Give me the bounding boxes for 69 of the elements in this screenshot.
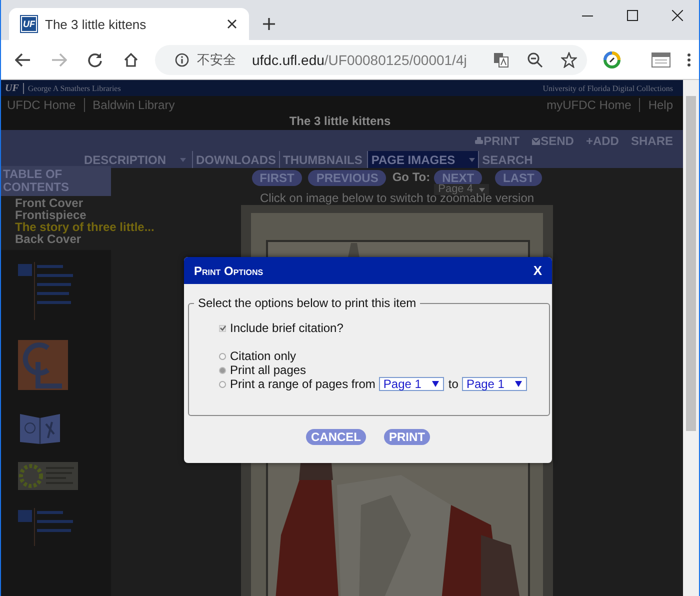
page-dropdown[interactable]: Page 4 — [434, 184, 489, 195]
goto-label: Go To: — [392, 170, 430, 184]
action-link[interactable]: SEND — [532, 134, 574, 148]
scroll-thumb[interactable] — [686, 96, 696, 431]
caret-icon — [469, 158, 476, 162]
star-icon[interactable] — [560, 52, 577, 68]
option-label: Print a range of pages from — [230, 377, 376, 391]
library-name: George A Smathers Libraries — [28, 84, 121, 92]
url-text: ufdc.ufl.edu/UF00080125/00001/4j — [252, 52, 467, 68]
calendar-icon[interactable] — [651, 52, 671, 68]
maximize-icon[interactable] — [627, 10, 638, 21]
dialog-title: Print Options — [194, 264, 264, 278]
collection-name: University of Florida Digital Collections — [542, 84, 673, 92]
check-icon — [220, 325, 226, 331]
extension-icon[interactable] — [603, 50, 621, 68]
tab-title: The 3 little kittens — [45, 16, 148, 32]
page-tab[interactable]: DESCRIPTION — [81, 151, 192, 168]
toc-link[interactable]: Front Cover — [15, 197, 84, 209]
close-icon[interactable] — [227, 19, 237, 29]
item-title: The 3 little kittens — [288, 114, 392, 128]
printer-icon — [474, 137, 483, 145]
user-link[interactable]: Help — [639, 98, 673, 112]
new-tab-icon[interactable] — [263, 18, 275, 30]
scrollbar[interactable] — [683, 80, 699, 596]
translate-icon[interactable] — [492, 52, 509, 68]
address-bar[interactable]: 不安全 ufdc.ufl.edu/UF00080125/00001/4j — [155, 44, 587, 74]
page-tab[interactable]: THUMBNAILS — [279, 151, 366, 168]
breadcrumb-link[interactable]: UFDC Home — [7, 98, 84, 112]
action-link[interactable]: SHARE — [630, 134, 673, 148]
checkbox[interactable] — [219, 324, 226, 332]
dialog-button[interactable]: CANCEL — [306, 429, 366, 445]
home-icon[interactable] — [123, 52, 139, 68]
checkbox-label: Include brief citation? — [230, 321, 344, 335]
browser-tab[interactable]: UF The 3 little kittens — [9, 8, 249, 40]
option-label: Print all pages — [230, 363, 306, 377]
toc-link[interactable]: Frontispiece — [15, 209, 86, 221]
uf-logo: UF — [5, 82, 24, 94]
page-tab[interactable]: SEARCH — [478, 151, 536, 168]
close-icon[interactable] — [672, 10, 683, 21]
caret-icon — [515, 381, 522, 387]
reload-icon[interactable] — [87, 52, 103, 68]
option-label: Citation only — [230, 349, 296, 363]
favicon: UF — [21, 16, 37, 32]
group-legend: Select the options below to print this item — [194, 296, 420, 310]
close-button[interactable]: X — [533, 263, 542, 278]
breadcrumb-link[interactable]: Baldwin Library — [84, 98, 183, 112]
zoom-out-icon[interactable] — [526, 52, 543, 68]
dialog-button[interactable]: PRINT — [384, 429, 430, 445]
menu-icon[interactable] — [687, 52, 691, 66]
toc-link[interactable]: Back Cover — [15, 233, 82, 245]
page-dropdown[interactable]: Page 1 — [462, 377, 528, 391]
toc-link[interactable]: The story of three little... — [15, 221, 154, 233]
user-link[interactable]: myUFDC Home — [546, 98, 640, 112]
radio-button[interactable] — [219, 380, 226, 388]
action-link[interactable]: PRINT — [474, 134, 520, 148]
back-icon[interactable] — [15, 52, 31, 66]
security-label: 不安全 — [197, 50, 236, 68]
radio-button[interactable] — [219, 366, 226, 374]
range-joiner: to — [448, 377, 458, 391]
caret-icon — [478, 188, 485, 192]
page-tab[interactable]: PAGE IMAGES — [367, 151, 478, 168]
page-dropdown[interactable]: Page 1 — [379, 377, 444, 391]
caret-icon — [180, 158, 186, 162]
radio-button[interactable] — [219, 352, 226, 360]
action-link[interactable]: +ADD — [586, 134, 619, 148]
info-icon[interactable] — [175, 52, 189, 66]
mail-icon — [532, 138, 540, 144]
page-tab[interactable]: DOWNLOADS — [192, 151, 280, 168]
caret-icon — [432, 381, 440, 387]
